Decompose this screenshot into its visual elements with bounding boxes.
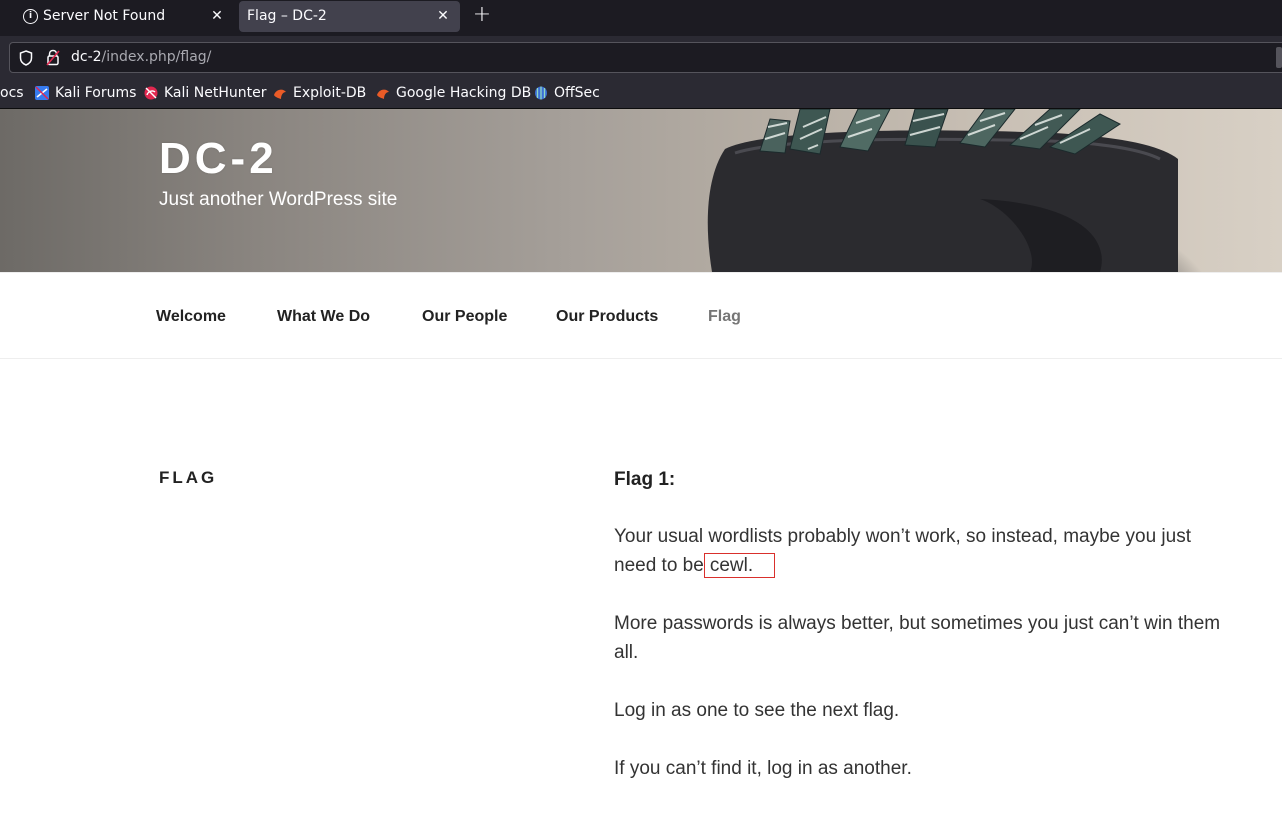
nav-item-what-we-do[interactable]: What We Do (277, 308, 370, 326)
offsec-icon (535, 86, 547, 100)
close-tab-icon[interactable]: ✕ (208, 6, 226, 26)
bookmark-label: ocs (0, 85, 24, 101)
bookmarks-toolbar: ocs Kali Forums Kali NetHunter Exploit-D… (0, 78, 1282, 109)
close-tab-icon[interactable]: ✕ (434, 6, 452, 26)
entry-content: Flag 1: Your usual wordlists probably wo… (614, 466, 1234, 812)
site-description: Just another WordPress site (159, 189, 398, 210)
nav-item-our-people[interactable]: Our People (422, 308, 507, 326)
bookmark-offsec[interactable]: OffSec (534, 84, 600, 102)
bookmark-google-hacking-db[interactable]: Google Hacking DB (376, 84, 531, 102)
bookmark-label: Google Hacking DB (396, 85, 532, 101)
paragraph-text: Your usual wordlists probably won’t work… (614, 526, 1191, 576)
url-bar[interactable]: dc-2/index.php/flag/ (9, 42, 1282, 73)
page-title: FLAG (159, 468, 218, 487)
insecure-lock-icon[interactable] (46, 49, 60, 66)
tab-bar: i Server Not Found ✕ Flag – DC-2 ✕ + (0, 0, 1282, 36)
site-header: DC-2 Just another WordPress site (0, 109, 1282, 272)
bookmark-label: Exploit-DB (293, 85, 367, 101)
paragraph-passwords: More passwords is always better, but som… (614, 613, 1221, 663)
tab-flag-dc2[interactable]: Flag – DC-2 ✕ (239, 1, 460, 32)
paragraph-wordlists: Your usual wordlists probably won’t work… (614, 522, 1234, 580)
nav-item-flag[interactable]: Flag (708, 308, 741, 326)
bookmark-docs[interactable]: ocs (0, 84, 24, 102)
bookmark-label: Kali NetHunter (164, 85, 267, 101)
bookmark-kali-forums[interactable]: Kali Forums (35, 84, 136, 102)
ghdb-icon (377, 89, 389, 99)
paragraph-login-another: If you can’t find it, log in as another. (614, 758, 912, 779)
nav-item-our-products[interactable]: Our Products (556, 308, 658, 326)
nav-item-welcome[interactable]: Welcome (156, 308, 226, 326)
url-path: /index.php/flag/ (101, 49, 212, 65)
url-host: dc-2 (71, 49, 102, 65)
bookmark-label: OffSec (554, 85, 600, 101)
bookmark-label: Kali Forums (55, 85, 137, 101)
flag-heading: Flag 1: (614, 469, 676, 490)
kali-nethunter-icon (144, 86, 158, 100)
paragraph-login-one: Log in as one to see the next flag. (614, 700, 900, 721)
kali-forums-icon (35, 86, 49, 100)
new-tab-button[interactable]: + (471, 3, 493, 29)
site-title[interactable]: DC-2 (159, 134, 278, 184)
highlighted-word: cewl. (703, 553, 776, 578)
tab-server-not-found[interactable]: i Server Not Found ✕ (12, 1, 234, 32)
main-navigation: Welcome What We Do Our People Our Produc… (0, 272, 1282, 359)
bookmark-exploit-db[interactable]: Exploit-DB (273, 84, 366, 102)
tab-label: Flag – DC-2 (247, 8, 327, 24)
exploit-db-icon (274, 89, 286, 99)
navigation-toolbar: dc-2/index.php/flag/ (0, 36, 1282, 78)
bookmark-kali-nethunter[interactable]: Kali NetHunter (144, 84, 266, 102)
url-bar-edge (1276, 47, 1282, 68)
shield-icon[interactable] (19, 50, 33, 66)
tab-label: Server Not Found (43, 8, 166, 24)
info-icon: i (23, 9, 38, 24)
url-text[interactable]: dc-2/index.php/flag/ (71, 49, 211, 65)
